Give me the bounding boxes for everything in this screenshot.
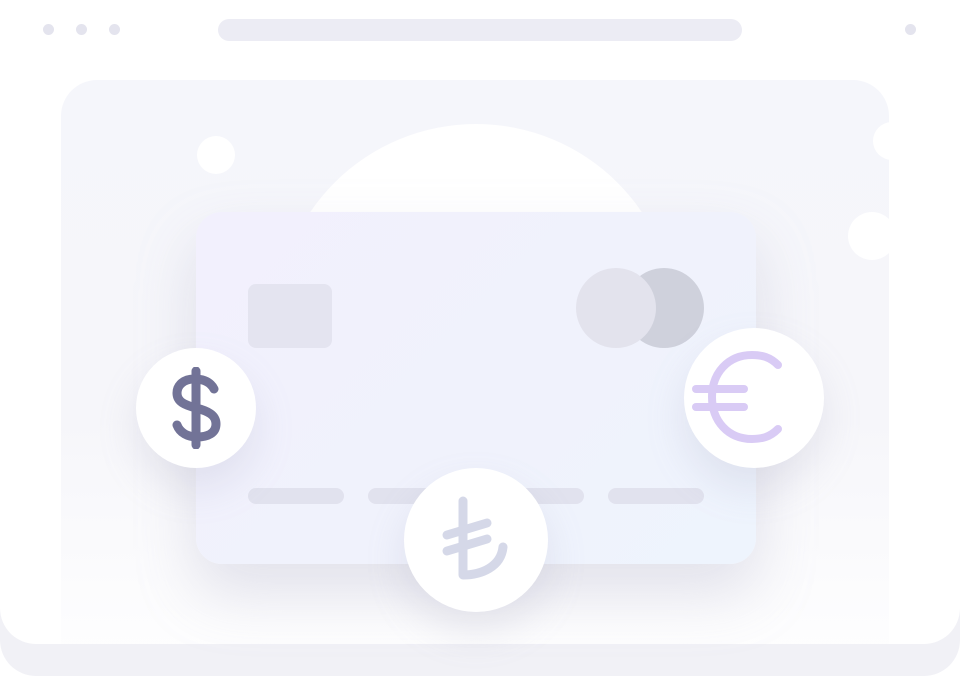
lira-icon	[442, 496, 508, 580]
window-dot	[905, 24, 916, 35]
window-dot	[109, 24, 120, 35]
payment-illustration	[0, 0, 960, 677]
window-dot	[43, 24, 54, 35]
lira-coin	[404, 468, 548, 612]
card-network-logo	[576, 268, 656, 348]
card-chip	[248, 284, 332, 348]
decorative-circle	[197, 136, 235, 174]
card-number-group	[608, 488, 704, 504]
decorative-circle	[848, 212, 889, 260]
address-bar	[218, 19, 742, 41]
decorative-circle	[873, 122, 889, 160]
euro-icon	[692, 350, 782, 444]
dollar-icon	[172, 367, 221, 449]
euro-coin	[684, 328, 824, 468]
dollar-coin	[136, 348, 256, 468]
window-dot	[76, 24, 87, 35]
card-number-group	[248, 488, 344, 504]
